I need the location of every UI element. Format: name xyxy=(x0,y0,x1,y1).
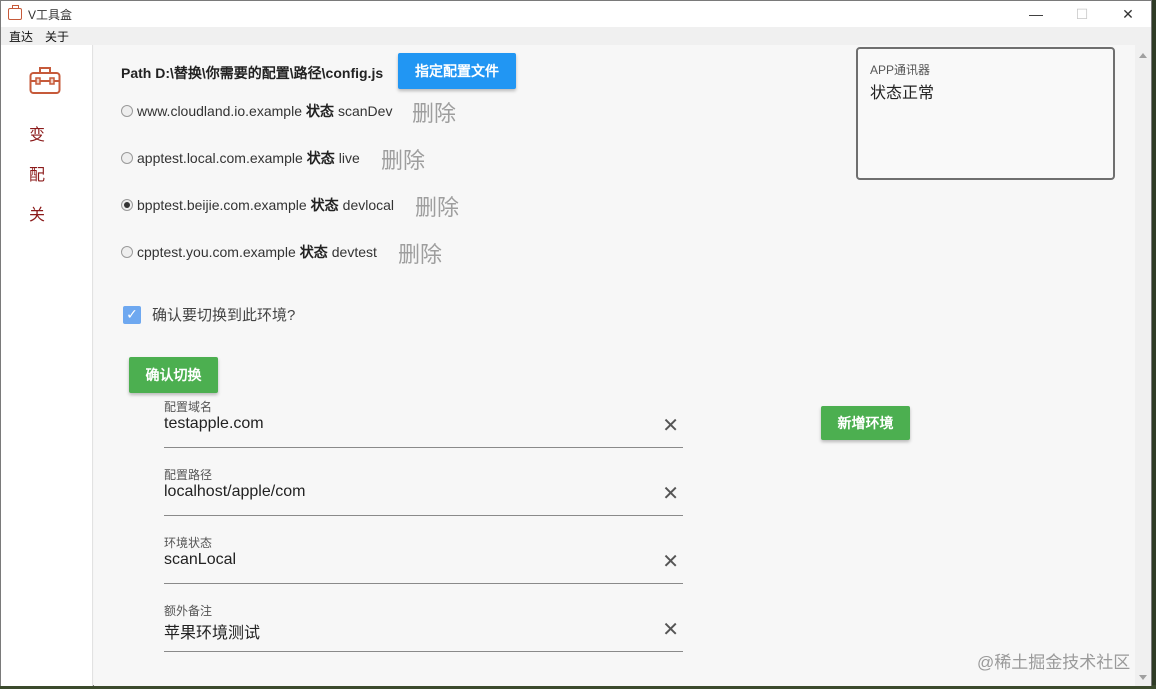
confirm-switch-button[interactable]: 确认切换 xyxy=(129,357,218,393)
env-status: live xyxy=(338,150,360,166)
field-value[interactable]: localhost/apple/com xyxy=(164,483,305,501)
delete-env-button[interactable]: 删除 xyxy=(381,143,425,175)
env-status: scanDev xyxy=(337,103,393,119)
clear-icon[interactable]: ✕ xyxy=(662,484,679,504)
menu-bar: 直达 关于 xyxy=(1,27,1151,45)
menu-item-about[interactable]: 关于 xyxy=(45,28,69,45)
delete-env-button[interactable]: 删除 xyxy=(415,190,459,222)
communicator-status: 状态正常 xyxy=(870,85,935,102)
close-button[interactable]: ✕ xyxy=(1105,1,1151,27)
env-status-label: 状态 xyxy=(299,244,328,260)
env-status-label: 状态 xyxy=(306,150,335,166)
clear-icon[interactable]: ✕ xyxy=(662,416,679,436)
path-field[interactable]: 配置路径 localhost/apple/com ✕ xyxy=(164,466,683,516)
radio-button-checked[interactable] xyxy=(121,199,133,211)
field-label: 配置域名 xyxy=(164,400,213,414)
scroll-up-arrow-icon[interactable] xyxy=(1139,53,1147,58)
menu-item-direct[interactable]: 直达 xyxy=(9,28,33,45)
radio-button[interactable] xyxy=(121,105,133,117)
field-value[interactable]: scanLocal xyxy=(164,551,236,569)
watermark: @稀土掘金技术社区 xyxy=(977,653,1131,672)
field-label: 环境状态 xyxy=(164,536,213,550)
note-field[interactable]: 额外备注 苹果环境测试 ✕ xyxy=(164,602,683,652)
select-config-file-button[interactable]: 指定配置文件 xyxy=(398,53,516,89)
env-status: devtest xyxy=(331,244,377,260)
domain-field[interactable]: 配置域名 testapple.com ✕ xyxy=(164,398,683,448)
app-window: V工具盒 — ☐ ✕ 直达 关于 变 配 关 Path D:\替换\你需要的配置… xyxy=(0,0,1152,686)
clear-icon[interactable]: ✕ xyxy=(662,620,679,640)
field-label: 额外备注 xyxy=(164,604,213,618)
window-controls: — ☐ ✕ xyxy=(1013,1,1151,27)
radio-button[interactable] xyxy=(121,152,133,164)
env-option-selected[interactable]: bpptest.beijie.com.example 状态 devlocal xyxy=(121,195,394,215)
minimize-button[interactable]: — xyxy=(1013,1,1059,27)
add-env-button[interactable]: 新增环境 xyxy=(821,406,910,440)
maximize-button[interactable]: ☐ xyxy=(1059,1,1105,27)
app-communicator-panel: APP通讯器 状态正常 xyxy=(856,47,1115,180)
field-value[interactable]: 苹果环境测试 xyxy=(164,619,260,643)
field-label: 配置路径 xyxy=(164,468,213,482)
env-domain: apptest.local.com.example xyxy=(137,150,303,166)
delete-env-button[interactable]: 删除 xyxy=(398,237,442,269)
clear-icon[interactable]: ✕ xyxy=(662,552,679,572)
vertical-scrollbar[interactable] xyxy=(1135,45,1151,686)
env-domain: www.cloudland.io.example xyxy=(137,103,302,119)
env-status-label: 状态 xyxy=(305,103,334,119)
env-option[interactable]: apptest.local.com.example 状态 live xyxy=(121,148,360,168)
scroll-down-arrow-icon[interactable] xyxy=(1139,675,1147,680)
env-domain: bpptest.beijie.com.example xyxy=(137,197,307,213)
delete-env-button[interactable]: 删除 xyxy=(412,96,456,128)
sidebar-item-change[interactable]: 变 xyxy=(29,121,45,145)
env-option[interactable]: cpptest.you.com.example 状态 devtest xyxy=(121,242,377,262)
sidebar-item-config[interactable]: 配 xyxy=(29,161,45,185)
sidebar-item-close[interactable]: 关 xyxy=(29,201,45,225)
checkmark-icon[interactable]: ✓ xyxy=(123,305,141,324)
sidebar: 变 配 关 xyxy=(1,45,93,686)
toolbox-icon[interactable] xyxy=(29,65,61,95)
radio-button[interactable] xyxy=(121,246,133,258)
window-title: V工具盒 xyxy=(28,7,73,22)
env-option[interactable]: www.cloudland.io.example 状态 scanDev xyxy=(121,101,392,121)
title-bar[interactable]: V工具盒 — ☐ ✕ xyxy=(1,1,1151,27)
communicator-title: APP通讯器 xyxy=(870,63,931,77)
confirm-switch-label: 确认要切换到此环境? xyxy=(152,307,296,324)
env-status-label: 状态 xyxy=(310,197,339,213)
env-status: devlocal xyxy=(342,197,395,213)
env-status-field[interactable]: 环境状态 scanLocal ✕ xyxy=(164,534,683,584)
field-value[interactable]: testapple.com xyxy=(164,415,264,433)
confirm-switch-checkbox-row[interactable]: ✓ 确认要切换到此环境? xyxy=(123,304,295,325)
config-path-label: Path D:\替换\你需要的配置\路径\config.js xyxy=(121,65,384,81)
app-toolbox-icon xyxy=(8,5,22,20)
env-domain: cpptest.you.com.example xyxy=(137,244,296,260)
